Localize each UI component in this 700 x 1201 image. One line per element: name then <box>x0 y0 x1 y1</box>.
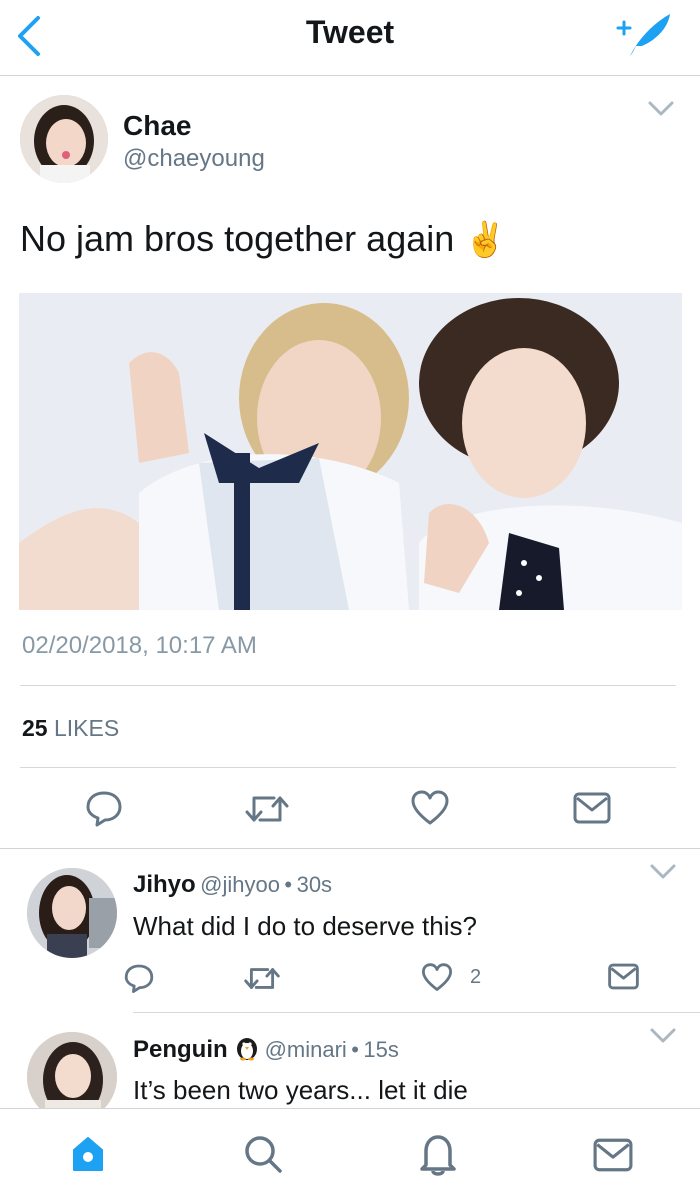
reply-time: 30s <box>296 872 333 897</box>
like-count: 2 <box>470 966 482 988</box>
divider <box>20 685 676 686</box>
tweet-photo[interactable] <box>19 293 682 610</box>
reply-text: What did I do to deserve this? <box>133 911 477 941</box>
photo-image <box>19 293 682 610</box>
compose-button[interactable] <box>612 10 674 60</box>
reply-author-handle[interactable]: @jihyoo <box>200 872 280 897</box>
like-heart-icon[interactable] <box>421 962 453 993</box>
search-icon[interactable] <box>242 1133 284 1175</box>
divider <box>133 1012 700 1013</box>
likes-summary[interactable]: 25 LIKES <box>22 715 119 742</box>
chevron-down-icon[interactable] <box>647 100 675 118</box>
victory-hand-emoji: ✌ <box>464 221 507 259</box>
reply-time: 15s <box>363 1037 399 1062</box>
reply-icon[interactable] <box>84 788 124 828</box>
likes-label: LIKES <box>53 715 120 741</box>
avatar-photo <box>27 868 117 958</box>
share-envelope-icon[interactable] <box>573 792 611 824</box>
reply-header: Penguin @minari • 15s <box>133 1035 399 1064</box>
reply-text: It’s been two years... let it die <box>133 1075 468 1105</box>
home-icon[interactable] <box>68 1134 108 1174</box>
compose-quill-icon <box>616 14 670 56</box>
share-envelope-icon[interactable] <box>608 963 639 990</box>
penguin-emoji-icon <box>237 1038 258 1061</box>
retweet-icon[interactable] <box>244 790 290 828</box>
retweet-icon[interactable] <box>243 963 281 994</box>
avatar-photo <box>20 95 108 183</box>
reply-icon[interactable] <box>123 962 155 994</box>
messages-icon[interactable] <box>593 1138 633 1172</box>
chevron-down-icon[interactable] <box>649 863 677 881</box>
tweet-timestamp: 02/20/2018, 10:17 AM <box>22 632 257 659</box>
author-avatar[interactable] <box>20 95 108 183</box>
nav-header: Tweet <box>0 0 700 76</box>
separator-dot: • <box>284 872 293 897</box>
tweet-text: No jam bros together again ✌ <box>20 218 507 260</box>
divider <box>20 767 676 768</box>
author-handle[interactable]: @chaeyoung <box>123 145 265 173</box>
separator-dot: • <box>351 1037 359 1062</box>
divider <box>0 848 700 849</box>
reply-author-name[interactable]: Penguin <box>133 1036 228 1063</box>
reply-header: Jihyo @jihyoo • 30s <box>133 871 332 899</box>
bottom-tab-bar <box>0 1108 700 1201</box>
like-heart-icon[interactable] <box>410 789 450 827</box>
reply-author-name[interactable]: Jihyo <box>133 871 196 898</box>
reply-author-handle[interactable]: @minari <box>265 1037 347 1062</box>
author-name[interactable]: Chae <box>123 110 191 142</box>
page-title: Tweet <box>305 14 395 50</box>
tweet-text-body: No jam bros together again <box>20 218 455 259</box>
notifications-icon[interactable] <box>418 1131 458 1177</box>
likes-count: 25 <box>22 715 48 741</box>
reply-avatar[interactable] <box>27 868 117 958</box>
chevron-down-icon[interactable] <box>649 1027 677 1045</box>
